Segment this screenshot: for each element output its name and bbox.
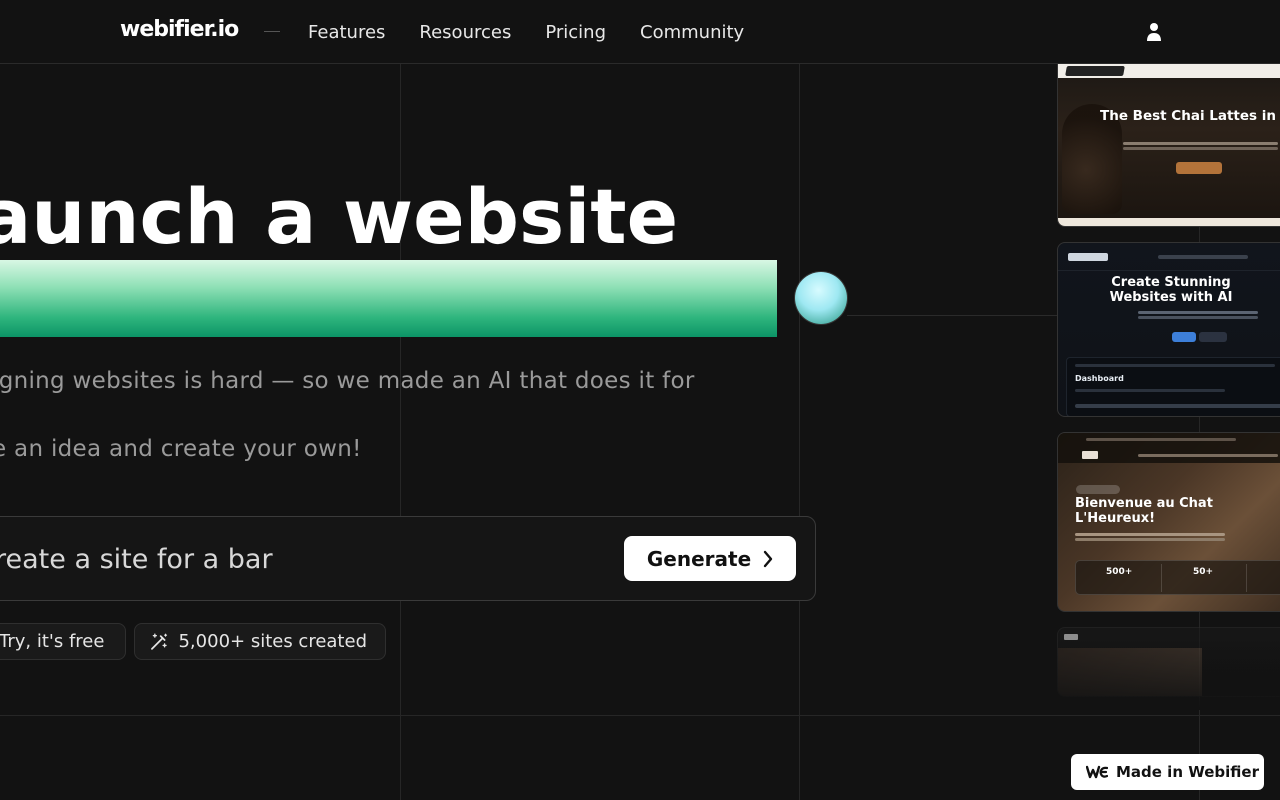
subtitle-line: .: [0, 398, 692, 432]
sites-created-label: 5,000+ sites created: [178, 631, 367, 652]
preview-title-line: Create Stunning: [1111, 275, 1231, 290]
generate-label: Generate: [646, 546, 752, 571]
preview-text: [1123, 142, 1278, 145]
prompt-input[interactable]: [0, 539, 551, 579]
badge-label: Made in Webifier: [1116, 763, 1259, 781]
preview-text: [1138, 311, 1258, 314]
preview-row: [1075, 404, 1280, 408]
preview-row: [1075, 364, 1275, 367]
preview-title: The Best Chai Lattes in Atlan: [1100, 108, 1280, 124]
hero-title: aunch a website: [0, 172, 679, 261]
preview-title: Bienvenue au Chat L'Heureux!: [1075, 496, 1235, 526]
made-in-webifier-badge[interactable]: Made in Webifier: [1071, 754, 1264, 790]
top-nav: webifier.io Features Resources Pricing C…: [0, 0, 1280, 64]
preview-button: [1199, 332, 1227, 342]
preview-row: [1075, 389, 1225, 392]
preview-title-line: L'Heureux!: [1075, 511, 1156, 526]
nav-community[interactable]: Community: [640, 22, 744, 43]
subtitle-line: e an idea and create your own!: [0, 436, 362, 462]
preview-nav: [1058, 243, 1280, 271]
preview-dashboard-title: Dashboard: [1075, 374, 1124, 383]
preview-title: Create Stunning Websites with AI: [1058, 275, 1280, 305]
connector-line: [847, 315, 1057, 316]
divider: [1161, 564, 1162, 592]
sites-created-pill: 5,000+ sites created: [134, 623, 386, 660]
divider: [1246, 564, 1247, 592]
preview-fade: [1040, 640, 1280, 710]
magic-wand-icon: [151, 633, 168, 650]
chevron-right-icon: [763, 550, 773, 567]
preview-text: [1075, 533, 1225, 536]
preview-tag: [1076, 485, 1120, 494]
preview-stat: 500+: [1106, 567, 1133, 577]
preview-title-line: Bienvenue au Chat: [1075, 496, 1213, 511]
preview-title-line: Websites with AI: [1109, 290, 1233, 305]
generate-button[interactable]: Generate: [624, 536, 796, 581]
main-nav: Features Resources Pricing Community: [308, 0, 744, 64]
preview-nav: [1058, 433, 1280, 463]
webifier-logo-icon: [1086, 765, 1108, 779]
preview-card-ai[interactable]: Create Stunning Websites with AI Dashboa…: [1057, 242, 1280, 417]
preview-cta: [1176, 162, 1222, 174]
page: webifier.io Features Resources Pricing C…: [0, 0, 1280, 800]
grid-line: [799, 64, 800, 800]
preview-button: [1172, 332, 1196, 342]
nav-resources[interactable]: Resources: [419, 22, 511, 43]
hero-highlight-bar: [0, 260, 777, 337]
orb-decoration: [795, 272, 847, 324]
nav-features[interactable]: Features: [308, 22, 385, 43]
preview-card-chai[interactable]: The Best Chai Lattes in Atlan: [1057, 64, 1280, 227]
try-free-label: Try, it's free: [0, 631, 105, 652]
logo-separator: [264, 31, 280, 32]
preview-dashboard: Dashboard: [1066, 357, 1280, 416]
user-icon[interactable]: [1145, 22, 1163, 42]
try-free-pill: Try, it's free: [0, 623, 126, 660]
preview-nav: [1058, 64, 1280, 78]
preview-footer: [1058, 218, 1280, 226]
preview-stats: 500+ 50+: [1075, 560, 1280, 595]
subtitle-line: igning websites is hard — so we made an …: [0, 368, 695, 394]
prompt-box: Generate: [0, 516, 816, 601]
logo[interactable]: webifier.io: [120, 17, 239, 42]
preview-card-cafe[interactable]: Bienvenue au Chat L'Heureux! 500+ 50+: [1057, 432, 1280, 612]
hero-subtitle: igning websites is hard — so we made an …: [0, 364, 695, 466]
nav-pricing[interactable]: Pricing: [545, 22, 606, 43]
grid-line: [0, 715, 1280, 716]
preview-stat: 50+: [1193, 567, 1214, 577]
